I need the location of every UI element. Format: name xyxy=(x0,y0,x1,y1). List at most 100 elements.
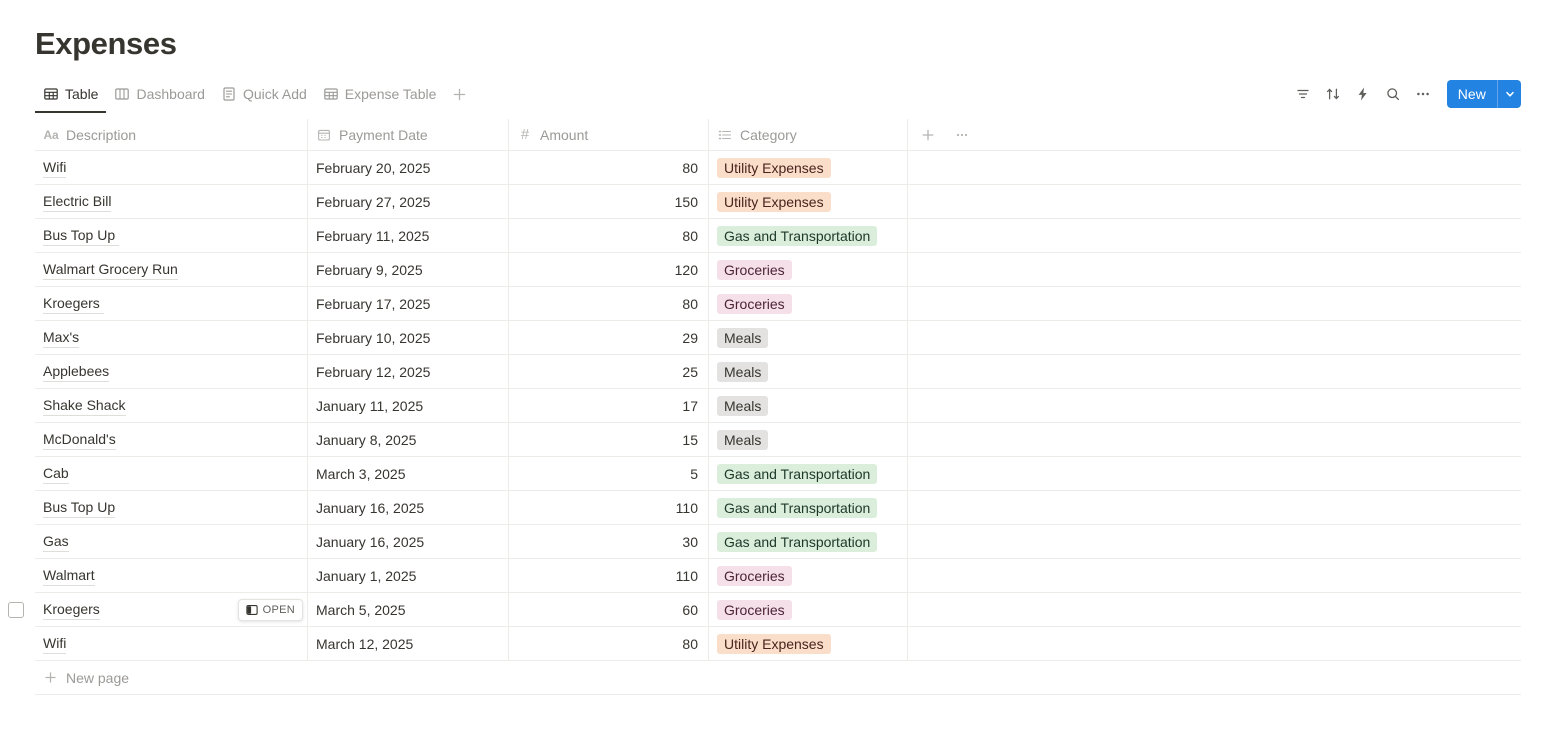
table-row[interactable]: Electric Bill February 27, 2025150Utility… xyxy=(35,185,1521,219)
cell-amount[interactable]: 150 xyxy=(509,185,709,218)
cell-category[interactable]: Groceries xyxy=(709,287,908,320)
row-title-link[interactable]: Electric Bill xyxy=(43,192,111,212)
cell-payment-date[interactable]: February 27, 2025 xyxy=(308,185,509,218)
cell-payment-date[interactable]: January 16, 2025 xyxy=(308,491,509,524)
cell-category[interactable]: Gas and Transportation xyxy=(709,457,908,490)
new-button[interactable]: New xyxy=(1447,80,1497,108)
cell-category[interactable]: Groceries xyxy=(709,559,908,592)
cell-description[interactable]: Bus Top Up xyxy=(35,491,308,524)
cell-description[interactable]: Walmart xyxy=(35,559,308,592)
table-row[interactable]: McDonald's January 8, 202515Meals xyxy=(35,423,1521,457)
cell-payment-date[interactable]: March 12, 2025 xyxy=(308,627,509,660)
view-tab-expense-table[interactable]: Expense Table xyxy=(315,78,445,110)
cell-category[interactable]: Meals xyxy=(709,355,908,388)
cell-amount[interactable]: 5 xyxy=(509,457,709,490)
cell-description[interactable]: Cab xyxy=(35,457,308,490)
cell-category[interactable]: Meals xyxy=(709,321,908,354)
open-page-button[interactable]: OPEN xyxy=(238,599,303,621)
cell-amount[interactable]: 60 xyxy=(509,593,709,626)
row-title-link[interactable]: Max's xyxy=(43,328,79,348)
row-title-link[interactable]: Wifi xyxy=(43,634,66,654)
cell-amount[interactable]: 29 xyxy=(509,321,709,354)
cell-description[interactable]: Electric Bill xyxy=(35,185,308,218)
cell-category[interactable]: Groceries xyxy=(709,593,908,626)
cell-category[interactable]: Groceries xyxy=(709,253,908,286)
column-header-category[interactable]: Category xyxy=(709,119,908,150)
cell-payment-date[interactable]: January 16, 2025 xyxy=(308,525,509,558)
automation-button[interactable] xyxy=(1349,80,1377,108)
cell-description[interactable]: Max's xyxy=(35,321,308,354)
filter-button[interactable] xyxy=(1289,80,1317,108)
cell-payment-date[interactable]: January 1, 2025 xyxy=(308,559,509,592)
cell-amount[interactable]: 80 xyxy=(509,287,709,320)
cell-payment-date[interactable]: March 3, 2025 xyxy=(308,457,509,490)
table-row[interactable]: Applebees February 12, 202525Meals xyxy=(35,355,1521,389)
cell-description[interactable]: McDonald's xyxy=(35,423,308,456)
row-title-link[interactable]: Bus Top Up xyxy=(43,498,115,518)
cell-amount[interactable]: 110 xyxy=(509,491,709,524)
table-row[interactable]: Kroegers March 5, 202560Groceries OPEN xyxy=(35,593,1521,627)
row-title-link[interactable]: Walmart xyxy=(43,566,95,586)
row-title-link[interactable]: Walmart Grocery Run xyxy=(43,260,178,280)
cell-description[interactable]: Kroegers xyxy=(35,287,308,320)
cell-payment-date[interactable]: February 12, 2025 xyxy=(308,355,509,388)
table-row[interactable]: Kroegers February 17, 202580Groceries xyxy=(35,287,1521,321)
row-title-link[interactable]: Gas xyxy=(43,532,69,552)
column-header-description[interactable]: Aa Description xyxy=(35,119,308,150)
cell-category[interactable]: Gas and Transportation xyxy=(709,525,908,558)
cell-payment-date[interactable]: February 17, 2025 xyxy=(308,287,509,320)
table-row[interactable]: Max's February 10, 202529Meals xyxy=(35,321,1521,355)
cell-description[interactable]: Bus Top Up xyxy=(35,219,308,252)
cell-amount[interactable]: 80 xyxy=(509,151,709,184)
new-page-row[interactable]: New page xyxy=(35,661,1521,695)
cell-amount[interactable]: 25 xyxy=(509,355,709,388)
row-title-link[interactable]: Kroegers xyxy=(43,294,104,314)
cell-amount[interactable]: 110 xyxy=(509,559,709,592)
cell-category[interactable]: Meals xyxy=(709,423,908,456)
cell-category[interactable]: Utility Expenses xyxy=(709,627,908,660)
view-tab-dashboard[interactable]: Dashboard xyxy=(106,78,213,110)
cell-description[interactable]: Wifi xyxy=(35,151,308,184)
cell-category[interactable]: Meals xyxy=(709,389,908,422)
table-row[interactable]: GasJanuary 16, 202530Gas and Transportat… xyxy=(35,525,1521,559)
view-tab-quick-add[interactable]: Quick Add xyxy=(213,78,315,110)
cell-amount[interactable]: 80 xyxy=(509,627,709,660)
cell-amount[interactable]: 80 xyxy=(509,219,709,252)
row-title-link[interactable]: McDonald's xyxy=(43,430,116,450)
row-title-link[interactable]: Applebees xyxy=(43,362,109,382)
cell-payment-date[interactable]: January 11, 2025 xyxy=(308,389,509,422)
cell-category[interactable]: Gas and Transportation xyxy=(709,491,908,524)
row-title-link[interactable]: Kroegers xyxy=(43,600,100,620)
view-tab-table[interactable]: Table xyxy=(35,78,106,110)
cell-payment-date[interactable]: February 11, 2025 xyxy=(308,219,509,252)
more-options-button[interactable] xyxy=(1409,80,1437,108)
row-title-link[interactable]: Shake Shack xyxy=(43,396,126,416)
column-header-payment-date[interactable]: Payment Date xyxy=(308,119,509,150)
search-button[interactable] xyxy=(1379,80,1407,108)
cell-description[interactable]: Applebees xyxy=(35,355,308,388)
cell-amount[interactable]: 15 xyxy=(509,423,709,456)
table-row[interactable]: Bus Top Up January 16, 2025110Gas and Tra… xyxy=(35,491,1521,525)
table-row[interactable]: Shake Shack January 11, 202517Meals xyxy=(35,389,1521,423)
cell-payment-date[interactable]: March 5, 2025 xyxy=(308,593,509,626)
new-dropdown-button[interactable] xyxy=(1497,80,1521,108)
cell-payment-date[interactable]: February 20, 2025 xyxy=(308,151,509,184)
cell-category[interactable]: Utility Expenses xyxy=(709,185,908,218)
table-row[interactable]: WifiFebruary 20, 202580Utility Expenses xyxy=(35,151,1521,185)
row-title-link[interactable]: Bus Top Up xyxy=(43,226,119,246)
cell-payment-date[interactable]: February 9, 2025 xyxy=(308,253,509,286)
table-row[interactable]: Cab March 3, 20255Gas and Transportation xyxy=(35,457,1521,491)
cell-payment-date[interactable]: February 10, 2025 xyxy=(308,321,509,354)
table-row[interactable]: Wifi March 12, 202580Utility Expenses xyxy=(35,627,1521,661)
cell-description[interactable]: Wifi xyxy=(35,627,308,660)
sort-button[interactable] xyxy=(1319,80,1347,108)
row-select-checkbox[interactable] xyxy=(8,602,24,618)
table-row[interactable]: Walmart Grocery RunFebruary 9, 2025120Gr… xyxy=(35,253,1521,287)
cell-payment-date[interactable]: January 8, 2025 xyxy=(308,423,509,456)
table-row[interactable]: Walmart January 1, 2025110Groceries xyxy=(35,559,1521,593)
column-header-amount[interactable]: # Amount xyxy=(509,119,709,150)
column-options-button[interactable] xyxy=(950,123,974,147)
row-title-link[interactable]: Cab xyxy=(43,464,69,484)
row-title-link[interactable]: Wifi xyxy=(43,158,66,178)
cell-amount[interactable]: 17 xyxy=(509,389,709,422)
